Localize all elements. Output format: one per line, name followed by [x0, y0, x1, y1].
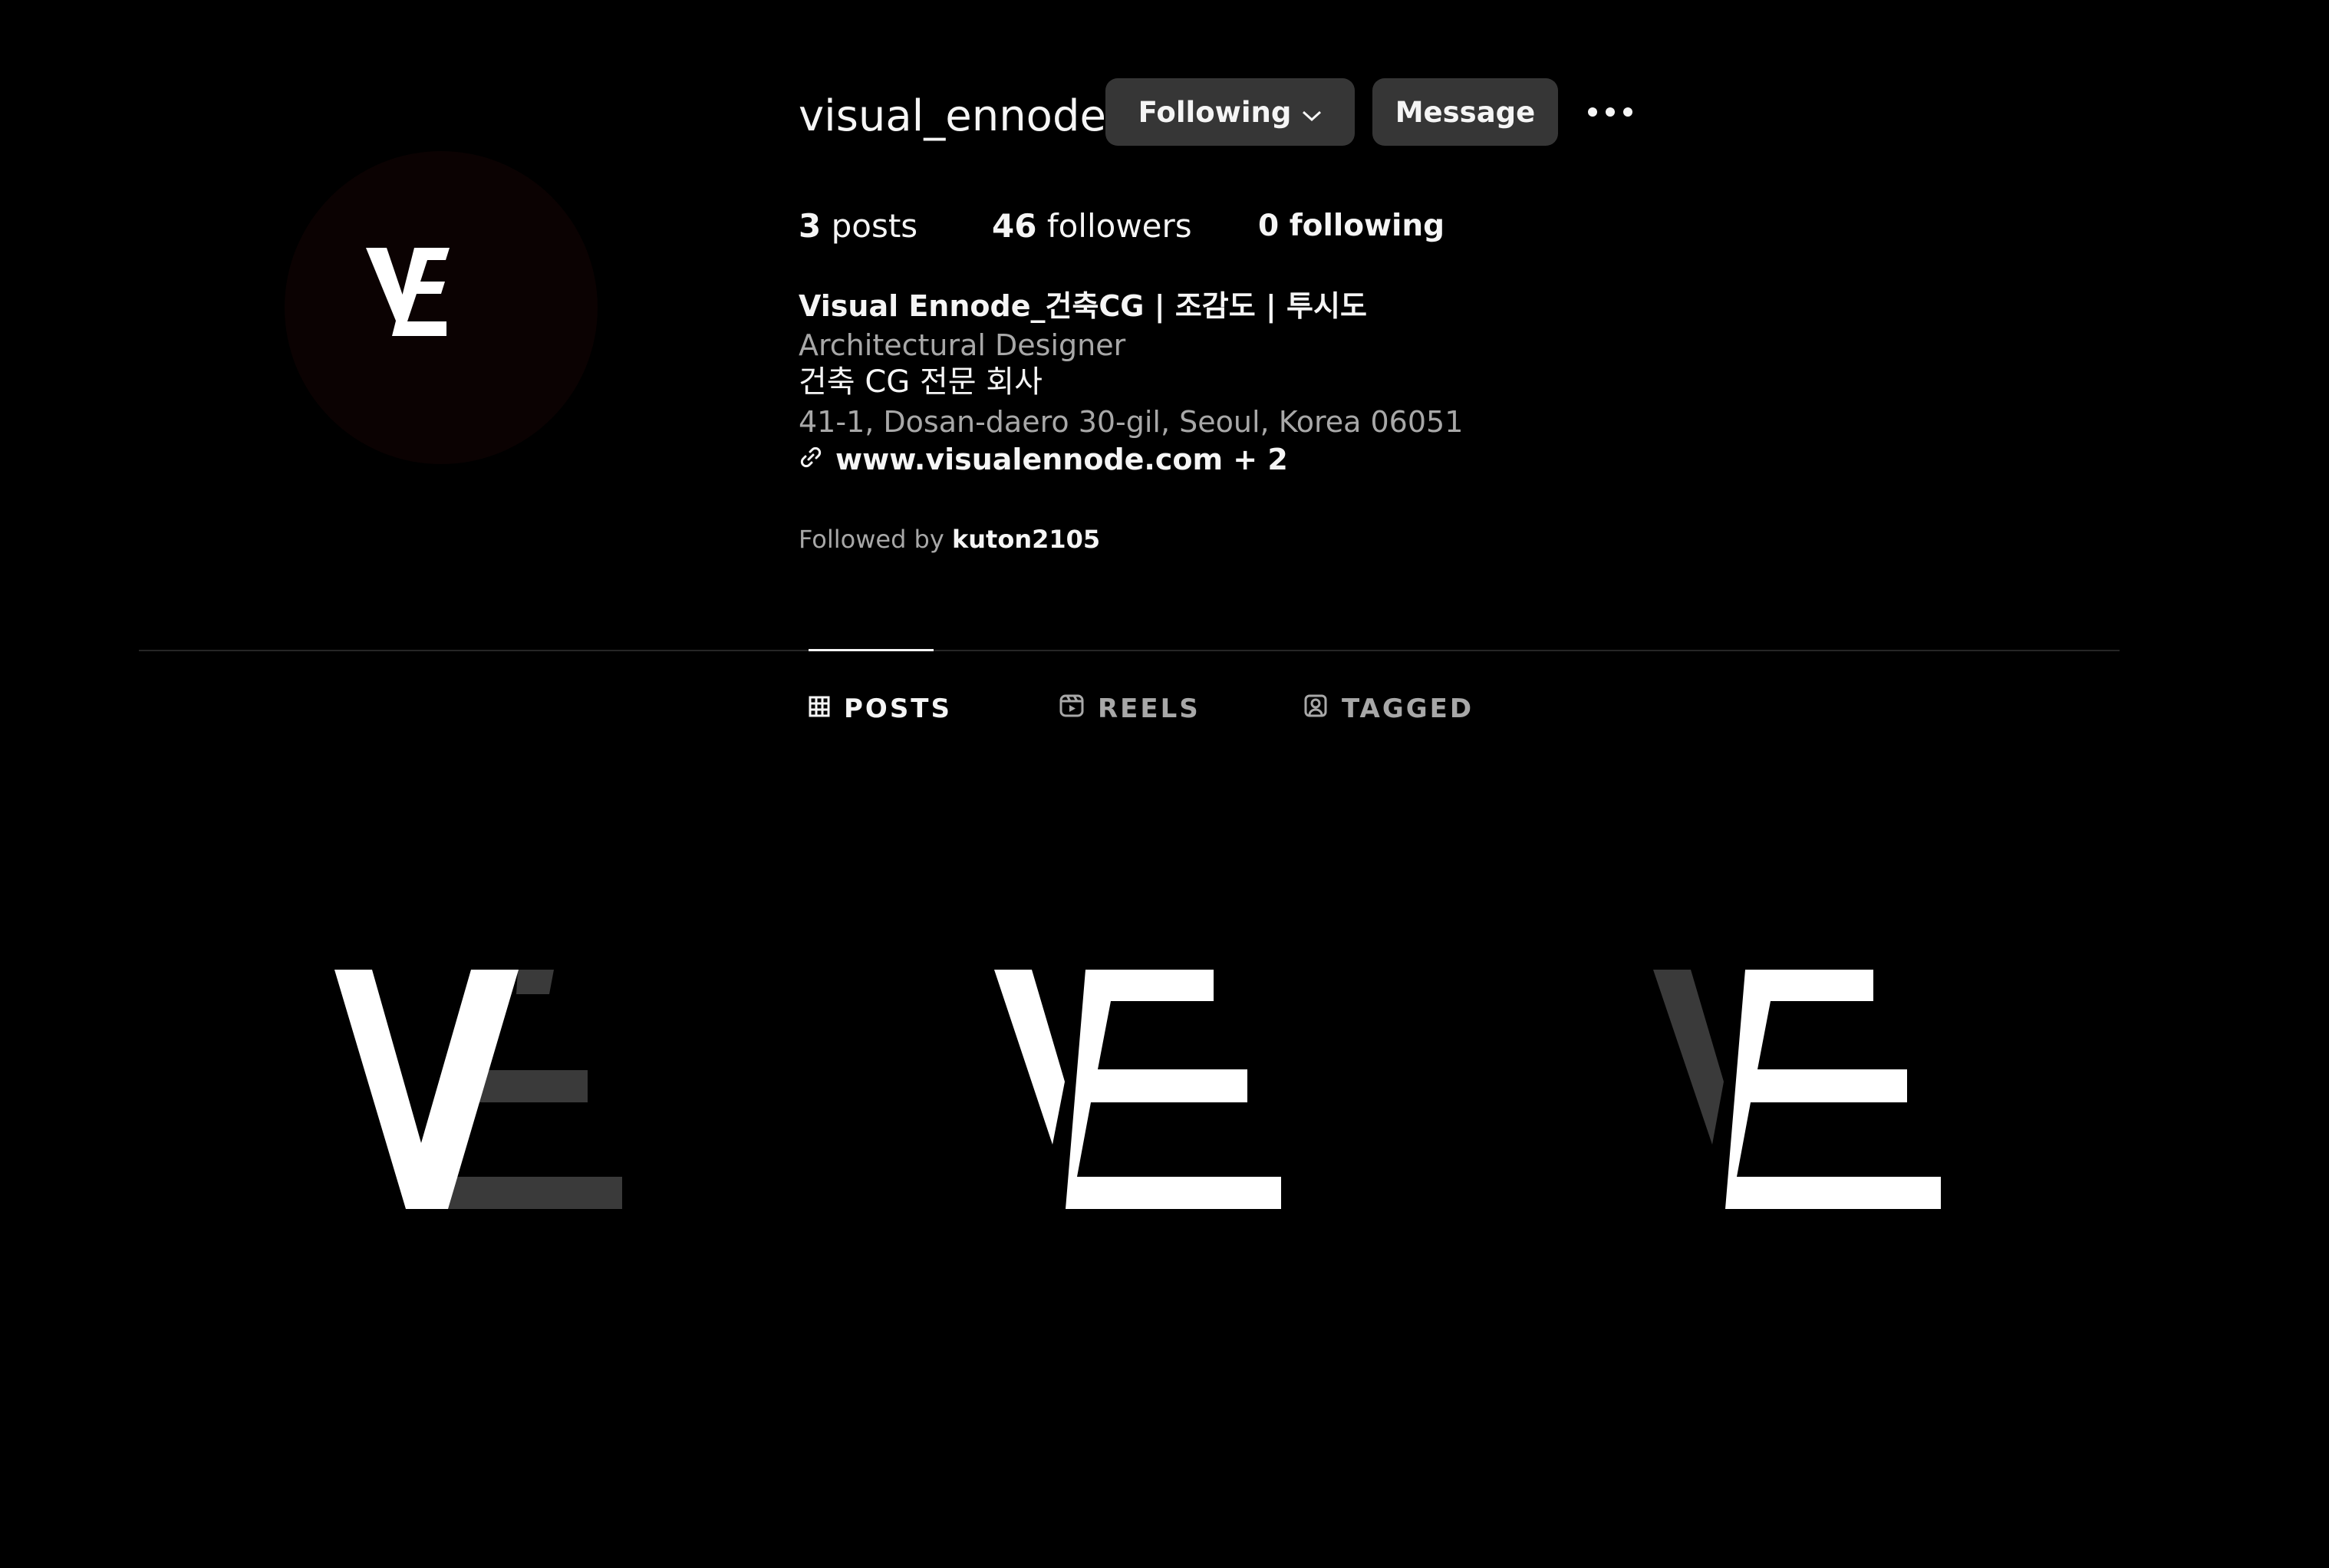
tabs-divider — [139, 650, 2120, 651]
tab-posts[interactable]: POSTS — [809, 687, 952, 730]
profile-page: visual_ennode Following Message 3 posts … — [0, 0, 2329, 1568]
tagged-icon — [1303, 693, 1328, 725]
tab-posts-label: POSTS — [844, 693, 952, 724]
post-thumbnail[interactable] — [139, 798, 783, 1412]
followers-link[interactable]: 46 followers — [992, 201, 1192, 252]
bio-description: 건축 CG 전문 회사 — [799, 364, 1043, 400]
tab-tagged-label: TAGGED — [1342, 693, 1474, 724]
bio-name: Visual Ennode_건축CG | 조감도 | 투시도 — [799, 289, 1367, 323]
followers-count-value: 46 — [992, 207, 1037, 245]
followers-count-label: followers — [1046, 207, 1192, 245]
grid-icon — [809, 693, 830, 724]
more-options-icon[interactable] — [1581, 92, 1639, 132]
message-button-label: Message — [1395, 95, 1536, 129]
following-link[interactable]: 0 following — [1258, 201, 1445, 252]
bio-category: Architectural Designer — [799, 328, 1126, 362]
ve-logo-icon — [994, 970, 1281, 1209]
posts-count-label: posts — [831, 207, 918, 245]
posts-count: 3 posts — [799, 201, 917, 252]
bio-website-text: www.visualennode.com + 2 — [835, 443, 1288, 476]
message-button[interactable]: Message — [1372, 78, 1558, 146]
tab-reels-label: REELS — [1098, 693, 1201, 724]
tab-tagged[interactable]: TAGGED — [1303, 687, 1474, 730]
followed-by-user: kuton2105 — [951, 525, 1101, 554]
profile-username: visual_ennode — [799, 91, 1106, 141]
bio-website-link[interactable]: www.visualennode.com + 2 — [799, 440, 1288, 479]
following-button[interactable]: Following — [1105, 78, 1355, 146]
post-thumbnail[interactable] — [1458, 798, 2102, 1412]
ve-logo-icon — [1653, 970, 1941, 1209]
following-button-label: Following — [1138, 95, 1292, 129]
tab-reels[interactable]: REELS — [1059, 687, 1201, 730]
profile-avatar[interactable] — [285, 151, 598, 464]
chevron-down-icon — [1302, 96, 1322, 129]
active-tab-indicator — [809, 649, 934, 651]
ve-logo-icon — [366, 248, 450, 336]
reels-icon — [1059, 693, 1084, 725]
followed-by[interactable]: Followed by kuton2105 — [799, 520, 1100, 558]
post-thumbnail[interactable] — [798, 798, 1442, 1412]
bio-address: 41-1, Dosan-daero 30-gil, Seoul, Korea 0… — [799, 405, 1464, 439]
link-icon — [799, 440, 823, 479]
ve-logo-icon — [334, 970, 622, 1209]
followed-by-prefix: Followed by — [799, 525, 944, 554]
posts-count-value: 3 — [799, 207, 822, 245]
